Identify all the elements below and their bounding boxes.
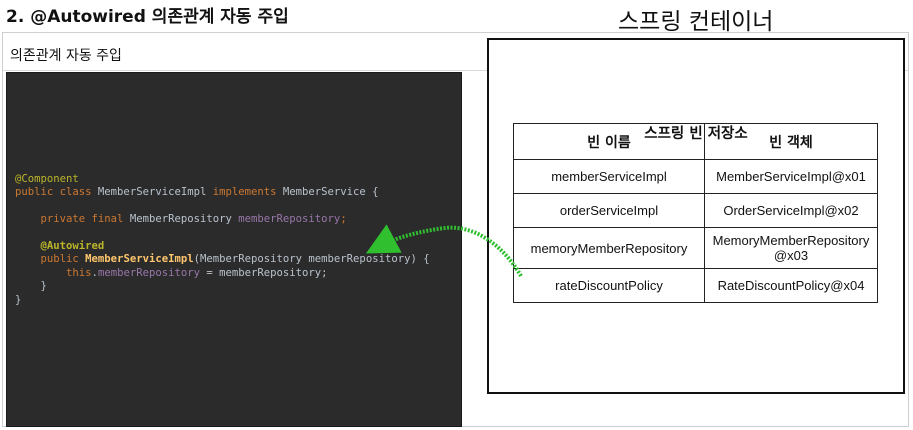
code-keyword: private final	[15, 213, 124, 226]
page-heading: 2. @Autowired 의존관계 자동 주입	[6, 7, 289, 27]
code-type: MemberRepository	[123, 213, 239, 226]
bean-object-cell: OrderServiceImpl@x02	[704, 193, 878, 228]
code-constructor-name: MemberServiceImpl	[85, 253, 194, 266]
code-keyword-implements: implements	[212, 186, 277, 199]
code-editor-panel: @Component public class MemberServiceImp…	[6, 72, 462, 427]
bean-name-cell: orderServiceImpl	[513, 193, 705, 228]
slide-title: 의존관계 자동 주입	[10, 48, 122, 64]
table-row: memoryMemberRepository MemoryMemberRepos…	[513, 227, 878, 269]
code-semicolon: ;	[340, 213, 347, 226]
code-annotation-autowired: @Autowired	[15, 240, 105, 253]
code-close-brace: }	[15, 280, 47, 293]
bean-object-cell: MemberServiceImpl@x01	[704, 159, 878, 194]
spring-container-title: 스프링 컨테이너	[618, 9, 774, 35]
bean-table: 빈 이름 빈 객체 memberServiceImpl MemberServic…	[513, 123, 878, 303]
code-annotation-component: @Component	[15, 173, 79, 185]
code-interface: MemberService {	[276, 186, 379, 199]
code-keyword: public	[15, 253, 86, 266]
code-keyword: public class	[15, 186, 92, 199]
code-keyword-this: this	[15, 266, 92, 279]
code-block: @Component public class MemberServiceImp…	[15, 173, 430, 307]
bean-object-header: 빈 객체	[704, 123, 878, 160]
bean-name-cell: memberServiceImpl	[513, 159, 705, 194]
code-assignment: = memberRepository;	[200, 266, 328, 279]
bean-table-header-row: 빈 이름 빈 객체	[513, 123, 878, 160]
code-class-name: MemberServiceImpl	[91, 186, 213, 199]
bean-object-cell: MemoryMemberRepository @x03	[704, 227, 878, 269]
bean-name-header: 빈 이름	[513, 123, 705, 160]
code-field: memberRepository	[97, 266, 200, 279]
code-constructor-params: (MemberRepository memberRepository) {	[193, 253, 430, 266]
bean-name-cell: rateDiscountPolicy	[513, 268, 705, 303]
code-field: memberRepository	[238, 213, 341, 226]
table-row: memberServiceImpl MemberServiceImpl@x01	[513, 159, 878, 194]
table-row: orderServiceImpl OrderServiceImpl@x02	[513, 193, 878, 228]
bean-name-cell: memoryMemberRepository	[513, 227, 705, 269]
bean-object-cell: RateDiscountPolicy@x04	[704, 268, 878, 303]
table-row: rateDiscountPolicy RateDiscountPolicy@x0…	[513, 268, 878, 303]
code-close-brace: }	[15, 293, 22, 306]
